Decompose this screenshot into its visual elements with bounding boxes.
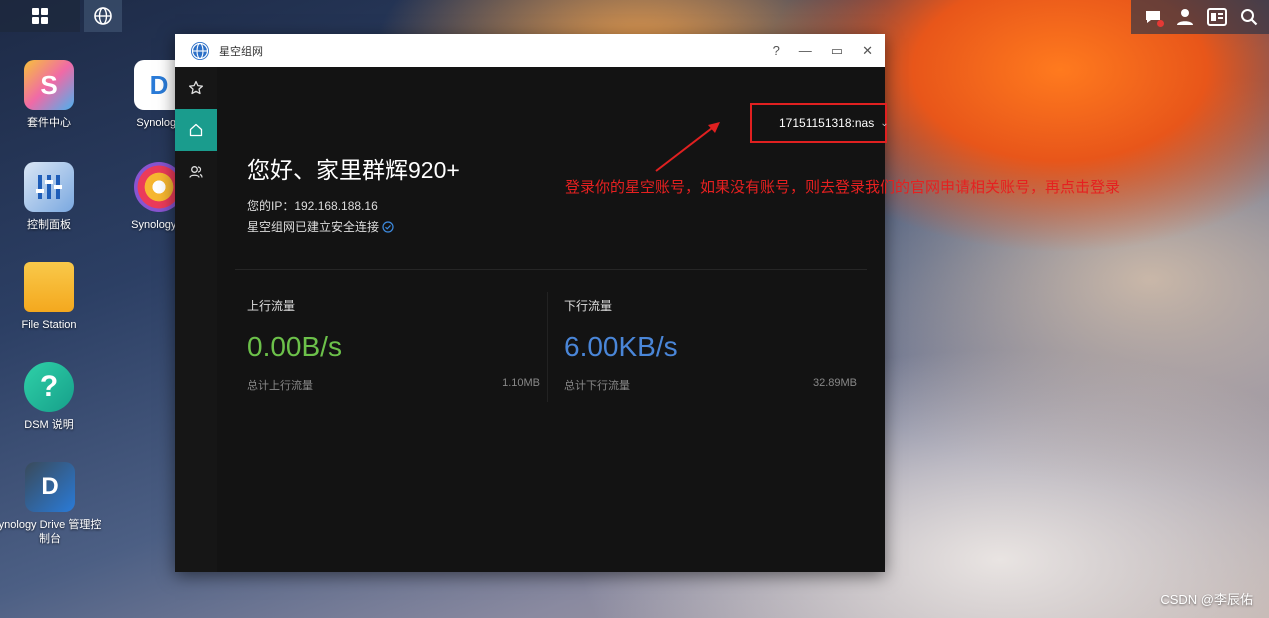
grid-icon (32, 8, 48, 24)
control-panel-icon (24, 162, 74, 212)
window-controls: ? — ▭ ✕ (773, 34, 873, 67)
account-name: 17151151318:nas (779, 116, 875, 130)
desktop-icon-control-panel[interactable]: 控制面板 (0, 162, 98, 232)
drive-admin-icon: D (25, 462, 75, 512)
secure-connection-status: 星空组网已建立安全连接 (247, 218, 394, 235)
widgets-icon (1207, 8, 1227, 26)
help-icon: ? (24, 362, 74, 412)
window-title: 星空组网 (219, 45, 263, 58)
desktop-icon-drive-admin[interactable]: D ynology Drive 管理控制台 (0, 462, 106, 546)
minimize-button[interactable]: — (799, 43, 812, 58)
upload-total-label: 总计上行流量 (247, 380, 313, 392)
account-dropdown[interactable]: 17151151318:nas ⌄ (750, 103, 889, 143)
watermark: CSDN @李辰佑 (1160, 592, 1253, 607)
globe-icon (191, 41, 209, 60)
annotation-arrow (655, 122, 720, 172)
upload-stat-card: 上行流量 0.00B/s 总计上行流量 1.10MB (235, 287, 540, 405)
download-total-value: 32.89MB (812, 377, 857, 389)
home-icon (189, 123, 203, 137)
stat-separator (547, 292, 548, 402)
divider (235, 269, 867, 270)
widgets-button[interactable] (1205, 5, 1229, 29)
desktop-icon-file-station[interactable]: File Station (0, 262, 98, 332)
main-panel: 17151151318:nas ⌄ 您好、家里群辉920+ 您的IP：192.1… (217, 67, 889, 572)
download-rate: 6.00KB/s (564, 331, 678, 362)
desktop-icon-dsm-help[interactable]: ? DSM 说明 (0, 362, 98, 432)
annotation-text: 登录你的星空账号，如果没有账号，则去登录我们的官网申请相关账号，再点击登录 (565, 179, 1121, 196)
search-icon (1241, 9, 1258, 26)
search-button[interactable] (1237, 5, 1261, 29)
globe-icon (94, 7, 112, 25)
desktop-icon-package-center[interactable]: S 套件中心 (0, 60, 98, 130)
app-window: 星空组网 ? — ▭ ✕ 17151151318:nas ⌄ 您好、家里群辉92… (175, 34, 889, 572)
main-menu-button[interactable] (0, 0, 80, 32)
download-stat-card: 下行流量 6.00KB/s 总计下行流量 32.89MB (552, 287, 857, 405)
ip-address: 您的IP：192.168.188.16 (247, 199, 378, 213)
help-button[interactable]: ? (773, 43, 780, 58)
taskbar-app-button[interactable] (84, 0, 122, 32)
sidebar-item-users[interactable] (175, 151, 217, 193)
window-titlebar[interactable]: 星空组网 ? — ▭ ✕ (175, 34, 885, 67)
greeting-title: 您好、家里群辉920+ (247, 157, 460, 183)
users-icon (189, 166, 203, 178)
chevron-down-icon: ⌄ (880, 117, 889, 129)
close-button[interactable]: ✕ (862, 43, 873, 59)
user-icon (1177, 9, 1193, 25)
taskbar-left (0, 0, 122, 32)
upload-total-value: 1.10MB (502, 377, 540, 389)
sidebar-item-home[interactable] (175, 109, 217, 151)
star-icon (188, 80, 204, 95)
maximize-button[interactable]: ▭ (831, 43, 843, 59)
package-center-icon: S (24, 60, 74, 110)
download-label: 下行流量 (564, 299, 613, 313)
folder-icon (24, 262, 74, 312)
window-sidebar (175, 67, 217, 572)
download-total-label: 总计下行流量 (564, 380, 630, 392)
notification-dot (1157, 20, 1164, 27)
check-circle-icon (382, 221, 394, 233)
sidebar-item-favorites[interactable] (175, 67, 217, 109)
taskbar-right (1131, 0, 1269, 34)
user-button[interactable] (1173, 5, 1197, 29)
notifications-button[interactable] (1141, 5, 1165, 29)
upload-rate: 0.00B/s (247, 331, 342, 362)
upload-label: 上行流量 (247, 299, 296, 313)
